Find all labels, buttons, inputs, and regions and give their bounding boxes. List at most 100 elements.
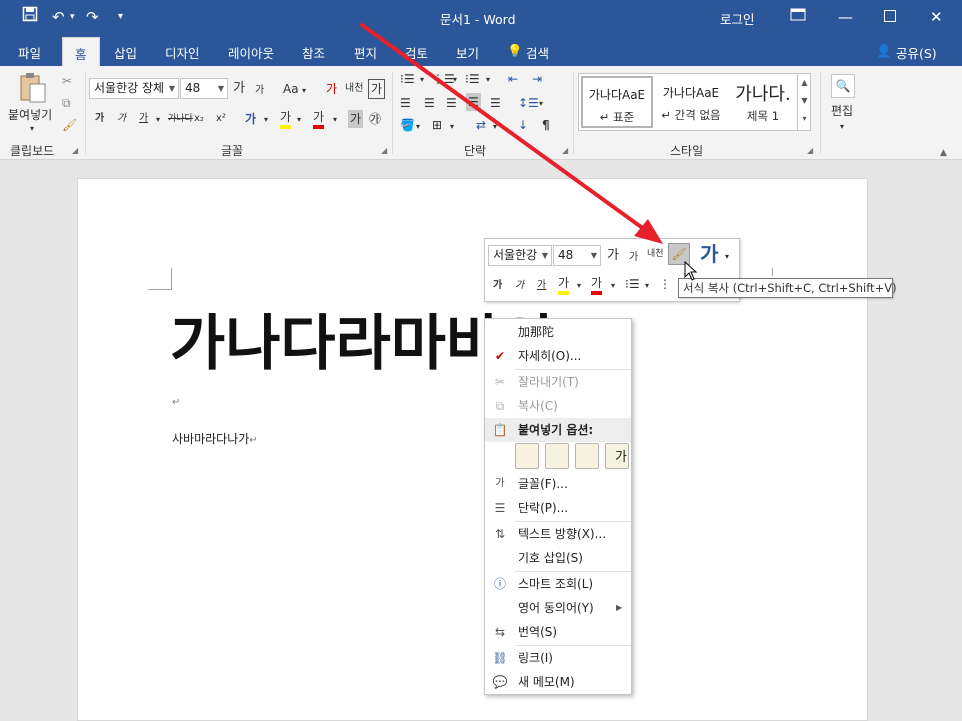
mini-bullets-icon[interactable]: ⁝☰ bbox=[625, 275, 640, 293]
tab-design[interactable]: 디자인 bbox=[165, 43, 200, 62]
paste-picture-icon[interactable] bbox=[575, 443, 599, 469]
mini-underline-button[interactable]: 가 bbox=[537, 277, 546, 295]
chevron-down-icon[interactable]: ▾ bbox=[493, 118, 497, 136]
customize-qat-icon[interactable]: ▾ bbox=[118, 6, 123, 28]
mini-styles-button[interactable]: 가 bbox=[700, 242, 718, 266]
find-icon[interactable]: 🔍 bbox=[831, 74, 855, 98]
change-case-button[interactable]: Aa bbox=[283, 80, 299, 98]
scroll-down-icon[interactable]: ▼ bbox=[798, 92, 811, 110]
clear-formatting-button[interactable]: 가 bbox=[326, 80, 337, 98]
highlight-button[interactable]: 가 bbox=[280, 109, 292, 129]
undo-dropdown-icon[interactable]: ▾ bbox=[70, 6, 75, 28]
menu-item-insert-symbol[interactable]: 기호 삽입(S) bbox=[485, 546, 631, 570]
asian-layout-icon[interactable]: ⇄ bbox=[476, 116, 486, 134]
paragraph-launcher-icon[interactable]: ◢ bbox=[562, 146, 568, 155]
mini-numbering-icon[interactable]: ⋮ bbox=[659, 275, 671, 293]
copy-icon[interactable]: ⧉ bbox=[62, 94, 71, 112]
style-no-spacing[interactable]: 가나다AaE ↵ 간격 없음 bbox=[655, 76, 727, 128]
chevron-down-icon[interactable]: ▾ bbox=[611, 277, 615, 295]
tab-search[interactable]: 검색 bbox=[526, 43, 549, 62]
italic-button[interactable]: 가 bbox=[117, 110, 126, 128]
chevron-down-icon[interactable]: ▾ bbox=[156, 111, 160, 129]
tab-references[interactable]: 참조 bbox=[302, 43, 325, 62]
chevron-down-icon[interactable]: ▾ bbox=[725, 248, 729, 266]
document-line-text[interactable]: 사바마라다나가 bbox=[172, 432, 249, 446]
tab-home[interactable]: 홈 bbox=[62, 37, 100, 66]
shading-icon[interactable]: 🪣 bbox=[400, 116, 415, 134]
tab-insert[interactable]: 삽입 bbox=[114, 43, 137, 62]
save-icon[interactable] bbox=[22, 6, 38, 28]
close-icon[interactable]: ✕ bbox=[930, 6, 943, 28]
chevron-down-icon[interactable]: ▾ bbox=[264, 111, 268, 129]
share-button[interactable]: 공유(S) bbox=[896, 43, 937, 62]
mini-grow-font-button[interactable]: 가 bbox=[607, 247, 619, 265]
clipboard-launcher-icon[interactable]: ◢ bbox=[72, 146, 78, 155]
redo-icon[interactable]: ↷ bbox=[86, 6, 99, 28]
numbering-icon[interactable]: ⋮☰ bbox=[432, 70, 455, 88]
chevron-down-icon[interactable]: ▾ bbox=[486, 71, 490, 89]
menu-item-smart-lookup[interactable]: ⓘ 스마트 조회(L) bbox=[485, 572, 631, 596]
align-right-icon[interactable]: ☰ bbox=[446, 94, 457, 112]
share-person-icon[interactable]: 👤 bbox=[876, 43, 892, 59]
justify-icon[interactable]: ☰ bbox=[466, 93, 481, 111]
multilevel-list-icon[interactable]: ⁝☰ bbox=[465, 70, 480, 88]
menu-item-new-comment[interactable]: 💬 새 메모(M) bbox=[485, 670, 631, 694]
align-center-icon[interactable]: ☰ bbox=[424, 94, 435, 112]
menu-item-hanja-candidate[interactable]: 加那陀 bbox=[485, 320, 631, 344]
menu-item-paragraph[interactable]: ☰ 단락(P)... bbox=[485, 496, 631, 520]
chevron-down-icon[interactable]: ▼ bbox=[169, 81, 175, 96]
shrink-font-button[interactable]: 가 bbox=[255, 82, 264, 100]
scroll-up-icon[interactable]: ▲ bbox=[798, 74, 811, 92]
underline-button[interactable]: 가 bbox=[139, 110, 148, 128]
paste-dropdown-icon[interactable]: ▾ bbox=[30, 120, 34, 138]
chevron-down-icon[interactable]: ▼ bbox=[542, 248, 548, 263]
mini-highlight-button[interactable]: 가 bbox=[558, 275, 570, 295]
ribbon-display-options-icon[interactable] bbox=[790, 6, 806, 28]
login-link[interactable]: 로그인 bbox=[720, 9, 755, 28]
paste-icon[interactable] bbox=[18, 72, 48, 104]
styles-launcher-icon[interactable]: ◢ bbox=[807, 146, 813, 155]
chevron-down-icon[interactable]: ▾ bbox=[450, 118, 454, 136]
menu-item-font[interactable]: 가 글꼴(F)... bbox=[485, 472, 631, 496]
chevron-down-icon[interactable]: ▾ bbox=[645, 277, 649, 295]
sort-icon[interactable]: ↓ bbox=[518, 116, 528, 134]
enclose-characters-button[interactable]: ㉮ bbox=[369, 110, 381, 128]
undo-icon[interactable]: ↶ bbox=[52, 6, 65, 28]
style-normal[interactable]: 가나다AaE ↵ 표준 bbox=[581, 76, 653, 128]
paste-keep-source-icon[interactable] bbox=[515, 443, 539, 469]
chevron-down-icon[interactable]: ▾ bbox=[539, 95, 543, 113]
borders-icon[interactable]: ⊞ bbox=[432, 116, 442, 134]
character-border-button[interactable]: 가 bbox=[368, 79, 386, 99]
font-size-combo[interactable]: 48 ▼ bbox=[180, 78, 228, 99]
mini-font-color-button[interactable]: 가 bbox=[591, 275, 603, 295]
menu-item-copy[interactable]: ⧉ 복사(C) bbox=[485, 394, 631, 418]
chevron-down-icon[interactable]: ▾ bbox=[840, 118, 844, 136]
menu-item-cut[interactable]: ✂ 잘라내기(T) bbox=[485, 370, 631, 394]
minimize-icon[interactable]: — bbox=[838, 6, 853, 28]
show-formatting-marks-icon[interactable]: ¶ bbox=[542, 116, 550, 134]
mini-font-size-combo[interactable]: 48 ▼ bbox=[553, 245, 601, 266]
chevron-down-icon[interactable]: ▼ bbox=[218, 81, 224, 96]
decrease-indent-icon[interactable]: ⇤ bbox=[508, 70, 518, 88]
phonetic-guide-button[interactable]: 내천 bbox=[345, 80, 363, 98]
subscript-button[interactable]: x₂ bbox=[194, 110, 204, 128]
chevron-down-icon[interactable]: ▾ bbox=[420, 71, 424, 89]
tab-layout[interactable]: 레이아웃 bbox=[228, 43, 274, 62]
chevron-down-icon[interactable]: ▾ bbox=[577, 277, 581, 295]
font-color-button[interactable]: 가 bbox=[313, 109, 325, 129]
menu-item-details[interactable]: ✔ 자세히(O)... bbox=[485, 344, 631, 368]
mini-bold-button[interactable]: 가 bbox=[493, 277, 502, 295]
align-left-icon[interactable]: ☰ bbox=[400, 94, 411, 112]
strikethrough-button[interactable]: 가나다 bbox=[168, 110, 193, 128]
menu-item-link[interactable]: ⛓ 링크(I) bbox=[485, 646, 631, 670]
menu-item-synonyms[interactable]: 영어 동의어(Y) ▶ bbox=[485, 596, 631, 620]
font-name-combo[interactable]: 서울한강 장체 ▼ bbox=[89, 78, 179, 99]
superscript-button[interactable]: x² bbox=[216, 110, 226, 128]
style-heading-1[interactable]: 가나다. 제목 1 bbox=[727, 76, 799, 128]
tab-review[interactable]: 검토 bbox=[405, 43, 428, 62]
increase-indent-icon[interactable]: ⇥ bbox=[532, 70, 542, 88]
tab-mailings[interactable]: 편지 bbox=[354, 43, 377, 62]
font-launcher-icon[interactable]: ◢ bbox=[381, 146, 387, 155]
tab-view[interactable]: 보기 bbox=[456, 43, 479, 62]
mini-italic-button[interactable]: 가 bbox=[515, 277, 524, 295]
